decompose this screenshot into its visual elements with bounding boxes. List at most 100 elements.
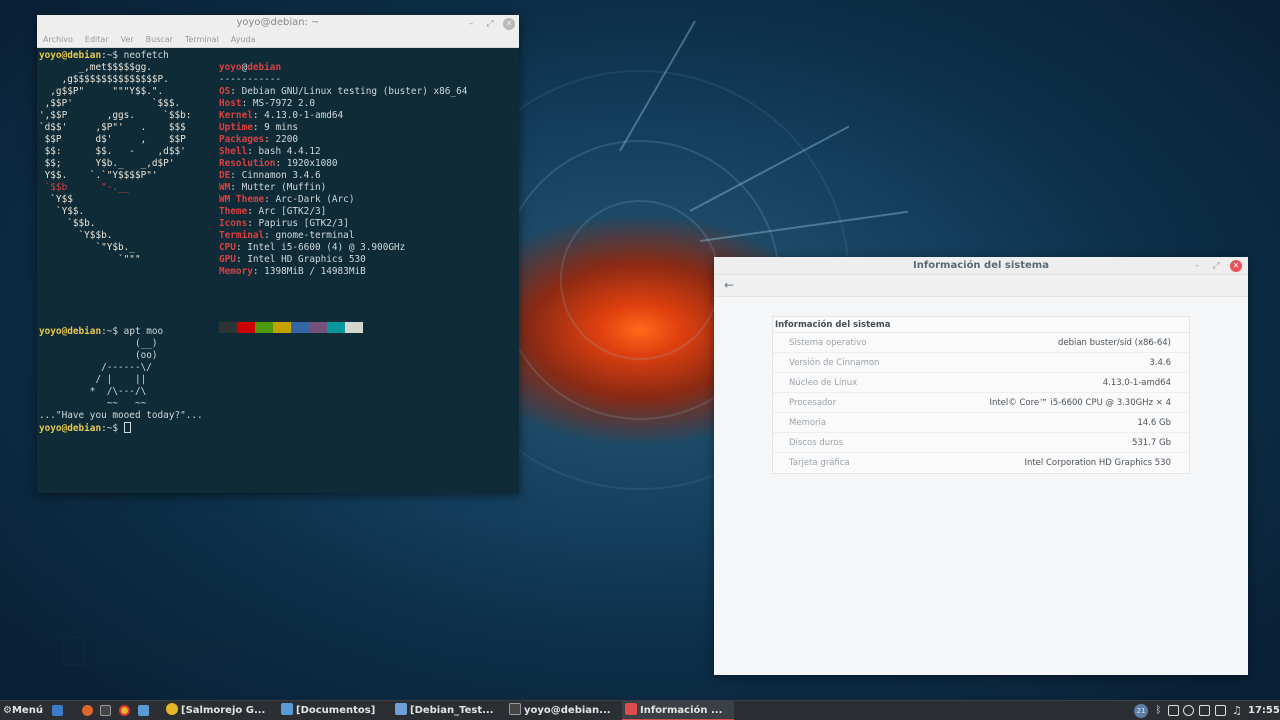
menu-buscar[interactable]: Buscar — [146, 33, 173, 47]
sysinfo-panel: Información del sistema Sistema operativ… — [772, 316, 1190, 474]
folder-icon — [281, 703, 293, 715]
settings-tray-icon[interactable] — [1183, 705, 1194, 716]
info-separator: ----------- — [219, 74, 282, 85]
ascii-art-line: `""" — [39, 254, 141, 265]
ascii-art-line: $$; Y$b._ _,d$P' — [39, 158, 175, 169]
info-row: Uptime: 9 mins — [219, 122, 299, 133]
taskbar: ⚙Menú [Salmorejo G... [Documentos] [Debi… — [0, 700, 1280, 720]
screen-icon[interactable] — [1199, 705, 1210, 716]
maximize-icon[interactable]: ⤢ — [1210, 260, 1222, 272]
prompt-line: yoyo@debian:~$ — [39, 422, 131, 435]
sysinfo-value: 14.6 Gb — [1137, 418, 1171, 428]
info-row: DE: Cinnamon 3.4.6 — [219, 170, 321, 181]
network-icon[interactable] — [1215, 705, 1226, 716]
menu-editar[interactable]: Editar — [85, 33, 109, 47]
menu-label: Menú — [11, 705, 43, 716]
ascii-art-line: ,$$P' `$$$. — [39, 98, 181, 109]
sysinfo-value: 4.13.0-1-amd64 — [1102, 378, 1171, 388]
ascii-art-line: `$$b "-.__ — [39, 182, 130, 193]
watermark-logo — [62, 636, 86, 666]
sysinfo-titlebar[interactable]: Información del sistema – ⤢ ✕ — [714, 257, 1248, 275]
menu-ayuda[interactable]: Ayuda — [231, 33, 256, 47]
terminal-cursor — [123, 422, 131, 433]
ascii-art-line: `d$$' ,$P"' . $$$ — [39, 122, 186, 133]
info-row: WM Theme: Arc-Dark (Arc) — [219, 194, 355, 205]
chrome-icon[interactable] — [119, 705, 130, 716]
sysinfo-label: Discos duros — [789, 438, 844, 448]
close-icon[interactable]: ✕ — [1230, 260, 1242, 272]
palette-swatch — [345, 322, 363, 333]
sysinfo-label: Procesador — [789, 398, 837, 408]
cow-line: (__) — [39, 338, 158, 349]
sysinfo-label: Memoria — [789, 418, 827, 428]
menu-button[interactable]: ⚙Menú — [3, 701, 43, 720]
task-sysinfo[interactable]: Información ... — [622, 701, 734, 720]
cow-line: ~~ ~~ — [39, 398, 147, 409]
cow-line: /------\/ — [39, 362, 152, 373]
minimize-icon[interactable]: – — [1191, 260, 1203, 272]
sysinfo-icon — [625, 703, 637, 715]
terminal-title: yoyo@debian: ~ — [236, 17, 320, 28]
info-row: GPU: Intel HD Graphics 530 — [219, 254, 366, 265]
palette-swatch — [219, 322, 237, 333]
back-arrow-icon[interactable]: ← — [724, 278, 734, 292]
clock[interactable]: 17:55 — [1248, 701, 1280, 720]
close-icon[interactable]: ✕ — [503, 18, 515, 30]
palette-swatch — [273, 322, 291, 333]
files-launcher-icon[interactable] — [138, 705, 149, 716]
palette-swatch — [291, 322, 309, 333]
gear-icon: ⚙ — [3, 705, 12, 716]
minimize-icon[interactable]: – — [465, 18, 477, 30]
menu-terminal[interactable]: Terminal — [185, 33, 219, 47]
sysinfo-row: Núcleo de Linux 4.13.0-1-amd64 — [773, 373, 1189, 393]
bluetooth-icon[interactable]: ᛒ — [1153, 705, 1164, 716]
info-row: Memory: 1398MiB / 14983MiB — [219, 266, 366, 277]
sysinfo-value: Intel Corporation HD Graphics 530 — [1024, 458, 1171, 468]
task-documentos[interactable]: [Documentos] — [281, 701, 389, 720]
sysinfo-row: Memoria 14.6 Gb — [773, 413, 1189, 433]
info-header: yoyo@debian — [219, 62, 282, 73]
palette-swatch — [309, 322, 327, 333]
terminal-launcher-icon[interactable] — [100, 705, 111, 716]
update-icon[interactable] — [1168, 705, 1179, 716]
task-debian-test[interactable]: [Debian_Test... — [395, 701, 503, 720]
sysinfo-value: 531.7 Gb — [1131, 438, 1171, 448]
ascii-art-line: _,met$$$$$gg. — [39, 62, 152, 73]
info-row: Resolution: 1920x1080 — [219, 158, 338, 169]
cow-line: * /\---/\ — [39, 386, 147, 397]
terminal-window[interactable]: yoyo@debian: ~ – ⤢ ✕ Archivo Editar Ver … — [37, 15, 519, 493]
ascii-art-line: $$P d$' , $$P — [39, 134, 186, 145]
sysinfo-row: Discos duros 531.7 Gb — [773, 433, 1189, 453]
info-row: Icons: Papirus [GTK2/3] — [219, 218, 349, 229]
ascii-art-line: `Y$$b. — [39, 230, 113, 241]
ascii-art-line: `$$b. — [39, 218, 96, 229]
menu-ver[interactable]: Ver — [121, 33, 134, 47]
firefox-icon[interactable] — [82, 705, 93, 716]
cow-line: ..."Have you mooed today?"... — [39, 410, 203, 421]
prompt-line: yoyo@debian:~$ neofetch — [39, 50, 169, 61]
sysinfo-toolbar: ← — [714, 275, 1248, 297]
music-icon[interactable]: ♫ — [1232, 705, 1243, 716]
ascii-art-line: Y$$. `.`"Y$$$$P"' — [39, 170, 158, 181]
sysinfo-row: Tarjeta gráfica Intel Corporation HD Gra… — [773, 453, 1189, 473]
info-row: OS: Debian GNU/Linux testing (buster) x8… — [219, 86, 468, 97]
info-row: WM: Mutter (Muffin) — [219, 182, 327, 193]
maximize-icon[interactable]: ⤢ — [484, 18, 496, 30]
info-row: CPU: Intel i5-6600 (4) @ 3.900GHz — [219, 242, 406, 253]
cow-line: / | || — [39, 374, 147, 385]
system-info-window[interactable]: Información del sistema – ⤢ ✕ ← Informac… — [714, 257, 1248, 675]
task-chrome[interactable]: [Salmorejo G... — [166, 701, 274, 720]
sysinfo-row: Sistema operativo debian buster/sid (x86… — [773, 333, 1189, 353]
terminal-icon — [509, 703, 521, 715]
cow-line: (oo) — [39, 350, 158, 361]
terminal-titlebar[interactable]: yoyo@debian: ~ – ⤢ ✕ — [37, 15, 519, 33]
ascii-art-line: ,g$$$$$$$$$$$$$$$P. — [39, 74, 169, 85]
palette-swatch — [327, 322, 345, 333]
info-row: Kernel: 4.13.0-1-amd64 — [219, 110, 344, 121]
menu-archivo[interactable]: Archivo — [43, 33, 73, 47]
notification-badge[interactable]: 21 — [1134, 704, 1148, 718]
show-desktop-icon[interactable] — [52, 705, 63, 716]
task-terminal[interactable]: yoyo@debian... — [509, 701, 617, 720]
info-row: Terminal: gnome-terminal — [219, 230, 355, 241]
info-row: Host: MS-7972 2.0 — [219, 98, 315, 109]
